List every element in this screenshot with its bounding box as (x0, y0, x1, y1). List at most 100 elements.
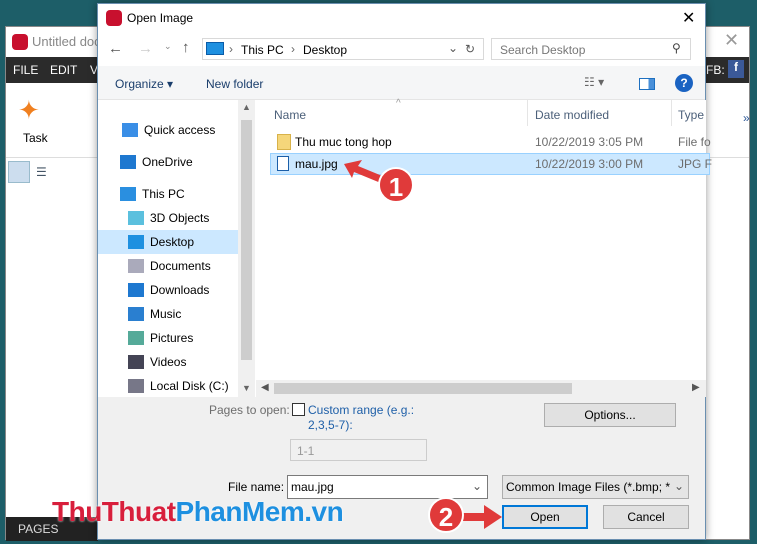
facebook-icon[interactable]: f (728, 60, 744, 78)
drive-icon (128, 379, 144, 393)
command-bar: Organize ▾ New folder ☷ ▾ ? (98, 66, 705, 100)
expand-icon[interactable]: » (743, 111, 750, 125)
open-button[interactable]: Open (502, 505, 588, 529)
search-icon: ⚲ (672, 41, 681, 55)
search-placeholder: Search Desktop (500, 43, 586, 57)
custom-range-checkbox[interactable] (292, 403, 305, 416)
video-icon (128, 355, 144, 369)
step-2-badge: 2 (428, 497, 464, 533)
horizontal-scroll-thumb[interactable] (274, 383, 572, 394)
cancel-button[interactable]: Cancel (603, 505, 689, 529)
nav-item-this-pc[interactable]: This PC (98, 182, 238, 206)
desktop-icon (128, 235, 144, 249)
file-name-label: File name: (228, 480, 285, 494)
nav-item-3d-objects[interactable]: 3D Objects (98, 206, 238, 230)
nav-item-label: Desktop (150, 235, 195, 249)
star-icon (122, 123, 138, 137)
file-row-selected[interactable]: mau.jpg 10/22/2019 3:00 PM JPG F (270, 153, 712, 175)
address-dropdown-icon[interactable]: ⌄ (448, 41, 458, 55)
file-row[interactable]: Thu muc tong hop 10/22/2019 3:05 PM File… (270, 131, 711, 153)
organize-label: Organize (115, 77, 164, 91)
forward-icon[interactable]: → (138, 40, 153, 57)
file-type-value: Common Image Files (*.bmp; * (506, 480, 671, 494)
annotation-arrow-2 (460, 505, 502, 529)
pages-to-open-label: Pages to open: (209, 403, 290, 417)
address-row: ← → ⌄ ↑ › This PC › Desktop ⌄ ↻ Search D… (98, 32, 705, 66)
horizontal-scrollbar[interactable]: ◀ ▶ (256, 380, 706, 397)
menu-edit[interactable]: EDIT (50, 63, 77, 77)
chevron-down-icon[interactable]: ⌄ (472, 479, 482, 493)
dialog-title: Open Image (127, 11, 194, 25)
back-icon[interactable]: ← (108, 40, 123, 57)
step-1-badge: 1 (378, 167, 414, 203)
close-icon[interactable]: ✕ (724, 30, 739, 51)
nav-item-documents[interactable]: Documents (98, 254, 238, 278)
document-icon (128, 259, 144, 273)
watermark: ThuThuatPhanMem.vn (52, 496, 344, 528)
grid-view-icon[interactable] (8, 161, 30, 183)
custom-range-label[interactable]: Custom range (e.g.: (308, 403, 414, 417)
music-icon (128, 307, 144, 321)
computer-icon (120, 187, 136, 201)
nav-item-quick-access[interactable]: Quick access (98, 118, 238, 142)
range-input[interactable]: 1-1 (290, 439, 427, 461)
up-icon[interactable]: ↑ (182, 39, 190, 56)
task-button[interactable]: Task (23, 131, 48, 145)
nav-item-desktop[interactable]: Desktop (98, 230, 238, 254)
breadcrumb-desktop[interactable]: Desktop (303, 43, 347, 57)
computer-icon (206, 42, 224, 55)
sort-ascending-icon: ^ (396, 98, 401, 109)
search-input[interactable]: Search Desktop ⚲ (491, 38, 691, 60)
help-icon[interactable]: ? (675, 74, 693, 92)
breadcrumb-this-pc[interactable]: This PC (241, 43, 284, 57)
nav-item-videos[interactable]: Videos (98, 350, 238, 374)
dialog-title-bar: Open Image ✕ (98, 4, 705, 32)
address-bar[interactable]: › This PC › Desktop ⌄ ↻ (202, 38, 484, 60)
preview-pane-icon[interactable] (639, 78, 655, 90)
list-view-icon[interactable]: ☰ (36, 165, 47, 179)
new-folder-button[interactable]: New folder (206, 77, 263, 91)
organize-button[interactable]: Organize ▾ (115, 77, 173, 91)
menu-file[interactable]: FILE (13, 63, 38, 77)
nav-item-label: 3D Objects (150, 211, 210, 225)
nav-item-label: Quick access (144, 123, 216, 137)
nav-item-onedrive[interactable]: OneDrive (98, 150, 238, 174)
range-value: 1-1 (297, 444, 315, 458)
close-icon[interactable]: ✕ (682, 8, 695, 28)
file-name: mau.jpg (295, 157, 338, 171)
column-type[interactable]: Type (678, 108, 704, 122)
background-title: Untitled doc (32, 34, 101, 49)
folder-icon (277, 134, 291, 150)
options-button[interactable]: Options... (544, 403, 676, 427)
nav-scrollbar[interactable]: ▲ ▼ (238, 100, 255, 397)
nav-item-music[interactable]: Music (98, 302, 238, 326)
column-name[interactable]: Name (274, 108, 306, 122)
download-icon (128, 283, 144, 297)
cloud-icon (120, 155, 136, 169)
refresh-icon[interactable]: ↻ (465, 42, 475, 56)
file-name: Thu muc tong hop (295, 135, 392, 149)
app-logo-icon (12, 34, 28, 50)
magic-wand-icon: ✦ (18, 95, 40, 125)
nav-scroll-thumb[interactable] (241, 120, 252, 360)
custom-range-label-2: 2,3,5-7): (308, 418, 353, 432)
nav-item-downloads[interactable]: Downloads (98, 278, 238, 302)
view-options-icon[interactable]: ☷ ▾ (584, 75, 604, 89)
file-date: 10/22/2019 3:00 PM (535, 157, 644, 171)
nav-item-label: OneDrive (142, 155, 193, 169)
fb-label: FB: (706, 63, 725, 77)
nav-item-label: Music (150, 307, 182, 321)
picture-icon (128, 331, 144, 345)
file-type-select[interactable]: Common Image Files (*.bmp; * ⌄ (502, 475, 689, 499)
nav-item-label: This PC (142, 187, 185, 201)
image-file-icon (277, 156, 289, 171)
nav-item-local-disk-c[interactable]: Local Disk (C:) (98, 374, 238, 397)
file-type: File fo (678, 135, 711, 149)
nav-item-label: Pictures (150, 331, 194, 345)
nav-item-pictures[interactable]: Pictures (98, 326, 238, 350)
recent-dropdown-icon[interactable]: ⌄ (164, 41, 172, 52)
file-name-value: mau.jpg (291, 480, 334, 494)
column-date-modified[interactable]: Date modified (535, 108, 609, 122)
navigation-pane: Quick access OneDrive This PC 3D Objects Des… (98, 100, 256, 397)
file-date: 10/22/2019 3:05 PM (535, 135, 644, 149)
